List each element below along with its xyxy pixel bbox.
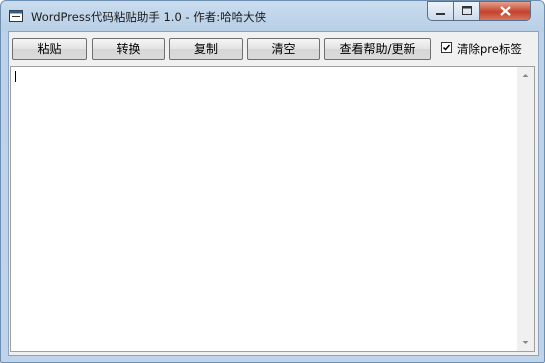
minimize-button[interactable] [427,1,454,21]
toolbar: 粘贴 转换 复制 清空 查看帮助/更新 清除pre标签 [9,32,538,66]
app-window: WordPress代码粘贴助手 1.0 - 作者:哈哈大侠 粘贴 转换 复制 清… [0,0,545,363]
title-bar[interactable]: WordPress代码粘贴助手 1.0 - 作者:哈哈大侠 [1,1,544,31]
scroll-down-arrow-icon[interactable] [517,334,534,351]
help-update-button[interactable]: 查看帮助/更新 [324,38,431,60]
maximize-icon [454,2,479,20]
close-icon [480,2,530,20]
text-caret [15,71,16,82]
minimize-icon [428,2,453,20]
clear-pre-tag-label: 清除pre标签 [457,42,522,56]
close-button[interactable] [480,1,531,21]
client-area: 粘贴 转换 复制 清空 查看帮助/更新 清除pre标签 [8,31,539,356]
paste-button[interactable]: 粘贴 [12,38,87,60]
convert-button[interactable]: 转换 [92,38,165,60]
clear-pre-tag-checkbox[interactable] [441,42,452,53]
code-textarea[interactable] [10,66,535,352]
scroll-up-arrow-icon[interactable] [517,67,534,84]
clear-button[interactable]: 清空 [247,38,320,60]
app-window-icon [9,10,23,22]
window-title: WordPress代码粘贴助手 1.0 - 作者:哈哈大侠 [31,10,267,24]
vertical-scrollbar[interactable] [517,67,534,351]
copy-button[interactable]: 复制 [169,38,243,60]
maximize-button[interactable] [454,1,480,21]
